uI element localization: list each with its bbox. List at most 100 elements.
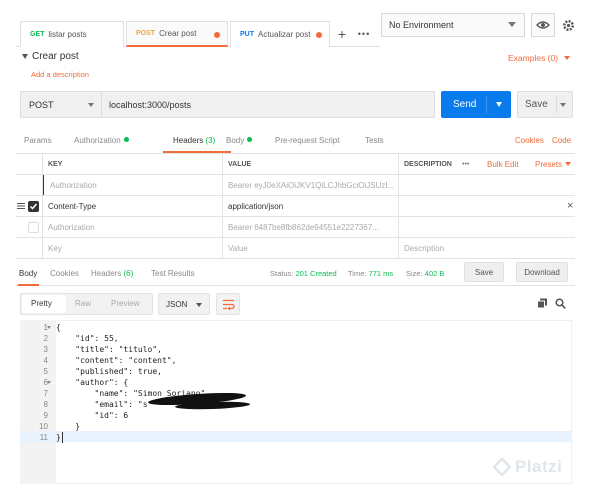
code-line: "author": { xyxy=(56,378,129,387)
unsaved-dot-icon xyxy=(214,32,220,38)
format-raw[interactable]: Raw xyxy=(75,299,91,308)
platzi-watermark: Platzi xyxy=(493,457,562,477)
headers-count: (3) xyxy=(205,136,216,145)
line-number: 8 xyxy=(43,400,48,409)
tab-label: Authorization xyxy=(74,136,121,145)
examples-label: Examples (0) xyxy=(508,53,559,63)
code-link[interactable]: Code xyxy=(552,136,571,145)
tab-params[interactable]: Params xyxy=(24,136,52,145)
header-enabled-checkbox[interactable] xyxy=(28,222,39,233)
tab-label: listar posts xyxy=(48,30,87,39)
search-icon[interactable] xyxy=(555,298,566,309)
tab-listar-posts[interactable]: GET listar posts xyxy=(20,21,124,47)
url-input[interactable]: localhost:3000/posts xyxy=(102,91,435,118)
response-tab-headers[interactable]: Headers (6) xyxy=(91,269,133,278)
new-description-input[interactable]: Description xyxy=(398,238,575,258)
code-line: { xyxy=(56,323,61,332)
response-tab-cookies[interactable]: Cookies xyxy=(50,269,79,278)
code-line: } xyxy=(56,433,61,442)
tab-actualizar-post[interactable]: PUT Actualizar post xyxy=(230,21,330,47)
delete-row-icon[interactable]: × xyxy=(561,196,575,216)
response-tab-body[interactable]: Body xyxy=(19,269,37,278)
table-row: Authorization Bearer eyJ0eXAiOiJKV1QiLCJ… xyxy=(16,175,575,196)
table-row-new: Key Value Description xyxy=(16,238,575,259)
header-value-cell[interactable]: Bearer eyJ0eXAiOiJKV1QiLCJhbGciOiJSUzI..… xyxy=(222,175,398,195)
bulk-edit-link[interactable]: Bulk Edit xyxy=(481,154,529,174)
header-key-cell[interactable]: Authorization xyxy=(42,217,222,237)
copy-icon[interactable] xyxy=(537,298,548,309)
line-number: 7 xyxy=(43,389,48,398)
tab-pre-request-script[interactable]: Pre-request Script xyxy=(275,136,339,145)
tab-label: Crear post xyxy=(159,29,197,38)
examples-dropdown[interactable]: Examples (0) xyxy=(508,53,571,63)
header-value-cell[interactable]: Bearer 6487be8fb862de94551e2227367... xyxy=(222,217,398,237)
line-number: 6 xyxy=(43,378,48,387)
code-line: "id": 55, xyxy=(56,334,119,343)
text-cursor xyxy=(62,432,63,443)
environment-select[interactable]: No Environment xyxy=(381,13,525,37)
divider xyxy=(556,96,557,113)
drag-handle-icon[interactable] xyxy=(17,202,25,210)
add-description-link[interactable]: Add a description xyxy=(31,70,89,79)
request-name[interactable]: Crear post xyxy=(22,51,79,62)
format-pretty[interactable]: Pretty xyxy=(31,299,52,308)
new-value-input[interactable]: Value xyxy=(222,238,398,258)
wrap-icon xyxy=(223,299,235,310)
unsaved-dot-icon xyxy=(316,32,322,38)
fold-arrow-icon[interactable] xyxy=(47,326,51,329)
code-line: "content": "content", xyxy=(56,356,177,365)
save-label: Save xyxy=(525,99,548,110)
header-key-cell[interactable]: Content-Type xyxy=(42,196,222,216)
save-options-chevron-icon[interactable] xyxy=(560,103,566,107)
tab-method: POST xyxy=(136,30,156,37)
cookies-link[interactable]: Cookies xyxy=(515,136,544,145)
send-button[interactable]: Send xyxy=(441,91,511,118)
checkmark-icon xyxy=(29,203,38,210)
send-options-chevron-icon[interactable] xyxy=(496,102,502,107)
request-tab-bar: GET listar posts POST Crear post PUT Act… xyxy=(16,17,380,47)
active-dot-icon xyxy=(123,137,129,142)
new-key-input[interactable]: Key xyxy=(42,238,222,258)
format-toggle: Pretty Raw Preview xyxy=(20,293,153,315)
format-preview[interactable]: Preview xyxy=(111,299,139,308)
col-description-header: DESCRIPTION xyxy=(404,160,452,168)
method-select[interactable]: POST xyxy=(20,91,102,118)
fold-arrow-icon[interactable] xyxy=(47,381,51,384)
tab-label: Headers xyxy=(173,136,204,145)
size-label: Size: xyxy=(406,269,423,278)
save-response-button[interactable]: Save xyxy=(464,262,504,282)
presets-dropdown[interactable]: Presets xyxy=(529,154,575,174)
environment-quick-look-button[interactable] xyxy=(531,13,555,37)
download-button[interactable]: Download xyxy=(516,262,568,282)
settings-button[interactable] xyxy=(558,13,578,37)
chevron-down-icon xyxy=(565,162,572,166)
tab-authorization[interactable]: Authorization xyxy=(74,136,129,145)
collapse-triangle-icon xyxy=(22,53,28,59)
tab-label: Actualizar post xyxy=(258,30,311,39)
language-select[interactable]: JSON xyxy=(158,293,210,315)
tab-headers[interactable]: Headers (3) xyxy=(173,136,215,145)
active-line-highlight xyxy=(20,431,572,442)
presets-label: Presets xyxy=(535,159,563,169)
headers-count: (6) xyxy=(123,269,134,278)
line-number: 1 xyxy=(43,323,48,332)
tab-crear-post[interactable]: POST Crear post xyxy=(126,21,228,47)
more-options-icon[interactable]: ••• xyxy=(456,154,478,174)
response-tab-test-results[interactable]: Test Results xyxy=(151,269,195,278)
new-tab-plus-icon[interactable]: + xyxy=(332,21,352,47)
gear-icon xyxy=(562,19,574,31)
code-line: "id": 6 xyxy=(56,411,129,420)
more-tabs-icon[interactable]: ••• xyxy=(354,21,374,47)
active-tab-indicator xyxy=(18,284,39,286)
header-value-cell[interactable]: application/json xyxy=(222,196,398,216)
code-line: "published": true, xyxy=(56,367,162,376)
line-number: 9 xyxy=(43,411,48,420)
header-key-cell[interactable]: Authorization xyxy=(42,175,222,195)
tab-tests[interactable]: Tests xyxy=(365,136,384,145)
method-label: POST xyxy=(29,99,54,110)
wrap-lines-button[interactable] xyxy=(216,293,240,315)
header-enabled-checkbox[interactable] xyxy=(28,201,39,212)
tab-body[interactable]: Body xyxy=(226,136,253,145)
save-button[interactable]: Save xyxy=(517,91,573,118)
divider xyxy=(398,154,399,259)
